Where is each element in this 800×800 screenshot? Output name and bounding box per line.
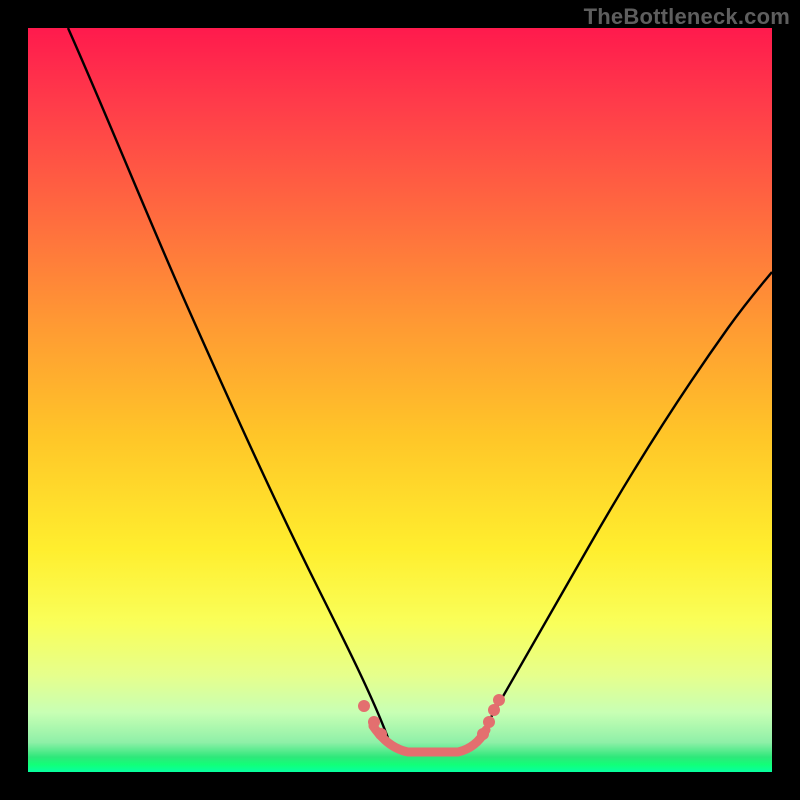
watermark-text: TheBottleneck.com	[584, 4, 790, 30]
right-curve	[478, 272, 772, 740]
plot-area	[28, 28, 772, 772]
left-curve	[68, 28, 388, 738]
valley-floor-stroke	[373, 726, 486, 752]
curves-layer	[28, 28, 772, 772]
chart-frame: TheBottleneck.com	[0, 0, 800, 800]
